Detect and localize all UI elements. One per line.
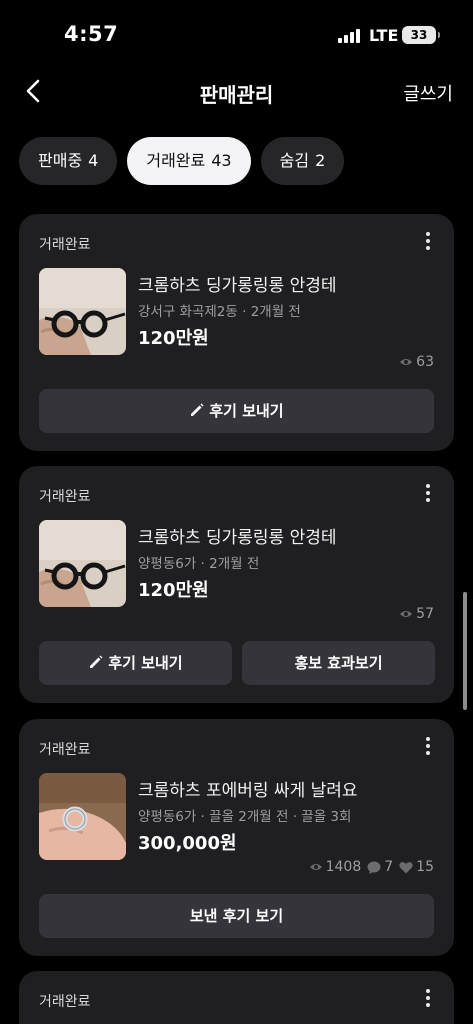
tab-count: 4 <box>88 151 99 170</box>
page-title: 판매관리 <box>199 83 274 107</box>
chats-stat: 7 <box>367 859 393 875</box>
tab-label: 판매중 <box>38 151 83 170</box>
item-status: 거래완료 <box>39 489 91 505</box>
heart-icon <box>399 861 413 873</box>
views-stat: 1408 <box>309 859 362 875</box>
send-review-button[interactable]: 후기 보내기 <box>39 389 434 433</box>
item-meta: 양평동6가 · 2개월 전 <box>138 556 260 572</box>
send-review-button[interactable]: 후기 보내기 <box>39 641 232 685</box>
nav-bar: 판매관리 글쓰기 <box>0 70 473 114</box>
sale-item-card[interactable]: 거래완료 크롬하츠 딩가롱링롱 안경테 양평동6가 · 2개월 전 120만원 … <box>19 466 454 703</box>
glasses-photo-icon[interactable] <box>39 268 126 355</box>
signal-icon <box>338 29 360 43</box>
status-time: 4:57 <box>64 22 119 46</box>
pencil-icon <box>191 403 204 416</box>
pencil-icon <box>90 655 103 668</box>
likes-stat: 15 <box>399 859 434 875</box>
sale-item-card[interactable]: 거래완료 크롬하츠 딩가롱링롱 안경테 강서구 화곡제2동 · 2개월 전 12… <box>19 214 454 451</box>
view-sent-review-button[interactable]: 보낸 후기 보기 <box>39 894 434 938</box>
item-stats: 57 <box>399 606 434 622</box>
sale-item-card[interactable]: 거래완료 크롬하츠 포에버링 싸게 날려요 양평동6가 · 끌올 2개월 전 ·… <box>19 719 454 956</box>
likes-count: 15 <box>416 859 434 875</box>
glasses-photo-icon[interactable] <box>39 520 126 607</box>
item-price: 300,000원 <box>138 833 237 854</box>
button-label: 후기 보내기 <box>209 402 284 420</box>
eye-icon <box>309 864 322 870</box>
tab-completed[interactable]: 거래완료 43 <box>127 137 251 185</box>
tab-hidden[interactable]: 숨김 2 <box>260 137 345 185</box>
promotion-stats-button[interactable]: 홍보 효과보기 <box>242 641 435 685</box>
network-label: LTE <box>369 26 399 45</box>
views-stat: 63 <box>399 354 434 370</box>
eye-icon <box>400 611 413 617</box>
item-title: 크롬하츠 딩가롱링롱 안경테 <box>138 276 337 296</box>
item-price: 120만원 <box>138 328 209 349</box>
more-menu-button[interactable] <box>424 482 432 504</box>
write-button[interactable]: 글쓰기 <box>403 80 453 106</box>
item-status: 거래완료 <box>39 237 91 253</box>
views-stat: 57 <box>399 606 434 622</box>
item-title: 크롬하츠 포에버링 싸게 날려요 <box>138 781 358 801</box>
tab-count: 43 <box>211 151 232 170</box>
views-count: 63 <box>416 354 434 370</box>
button-label: 보낸 후기 보기 <box>189 907 284 925</box>
sale-item-card[interactable]: 거래완료 <box>19 971 454 1024</box>
tab-bar: 판매중 4 거래완료 43 숨김 2 <box>19 137 345 185</box>
button-label: 홍보 효과보기 <box>294 654 383 672</box>
item-stats: 63 <box>399 354 434 370</box>
tab-count: 2 <box>315 151 326 170</box>
more-menu-button[interactable] <box>424 735 432 757</box>
item-meta: 양평동6가 · 끌올 2개월 전 · 끌올 3회 <box>138 809 352 825</box>
tab-selling[interactable]: 판매중 4 <box>19 137 118 185</box>
views-count: 1408 <box>325 859 362 875</box>
tab-label: 거래완료 <box>146 151 206 170</box>
ring-photo-icon[interactable] <box>39 773 126 860</box>
button-label: 후기 보내기 <box>108 654 183 672</box>
item-stats: 1408 7 15 <box>309 859 434 875</box>
eye-icon <box>400 359 413 365</box>
item-price: 120만원 <box>138 580 209 601</box>
item-status: 거래완료 <box>39 742 91 758</box>
scrollbar[interactable] <box>463 592 467 710</box>
item-meta: 강서구 화곡제2동 · 2개월 전 <box>138 304 301 320</box>
item-status: 거래완료 <box>39 994 91 1010</box>
item-title: 크롬하츠 딩가롱링롱 안경테 <box>138 528 337 548</box>
views-count: 57 <box>416 606 434 622</box>
battery-icon: 33 <box>402 26 440 44</box>
more-menu-button[interactable] <box>424 987 432 1009</box>
chat-icon <box>367 861 381 874</box>
status-bar: 4:57 LTE 33 <box>0 0 473 70</box>
tab-label: 숨김 <box>279 151 310 170</box>
chats-count: 7 <box>384 859 394 875</box>
more-menu-button[interactable] <box>424 230 432 252</box>
